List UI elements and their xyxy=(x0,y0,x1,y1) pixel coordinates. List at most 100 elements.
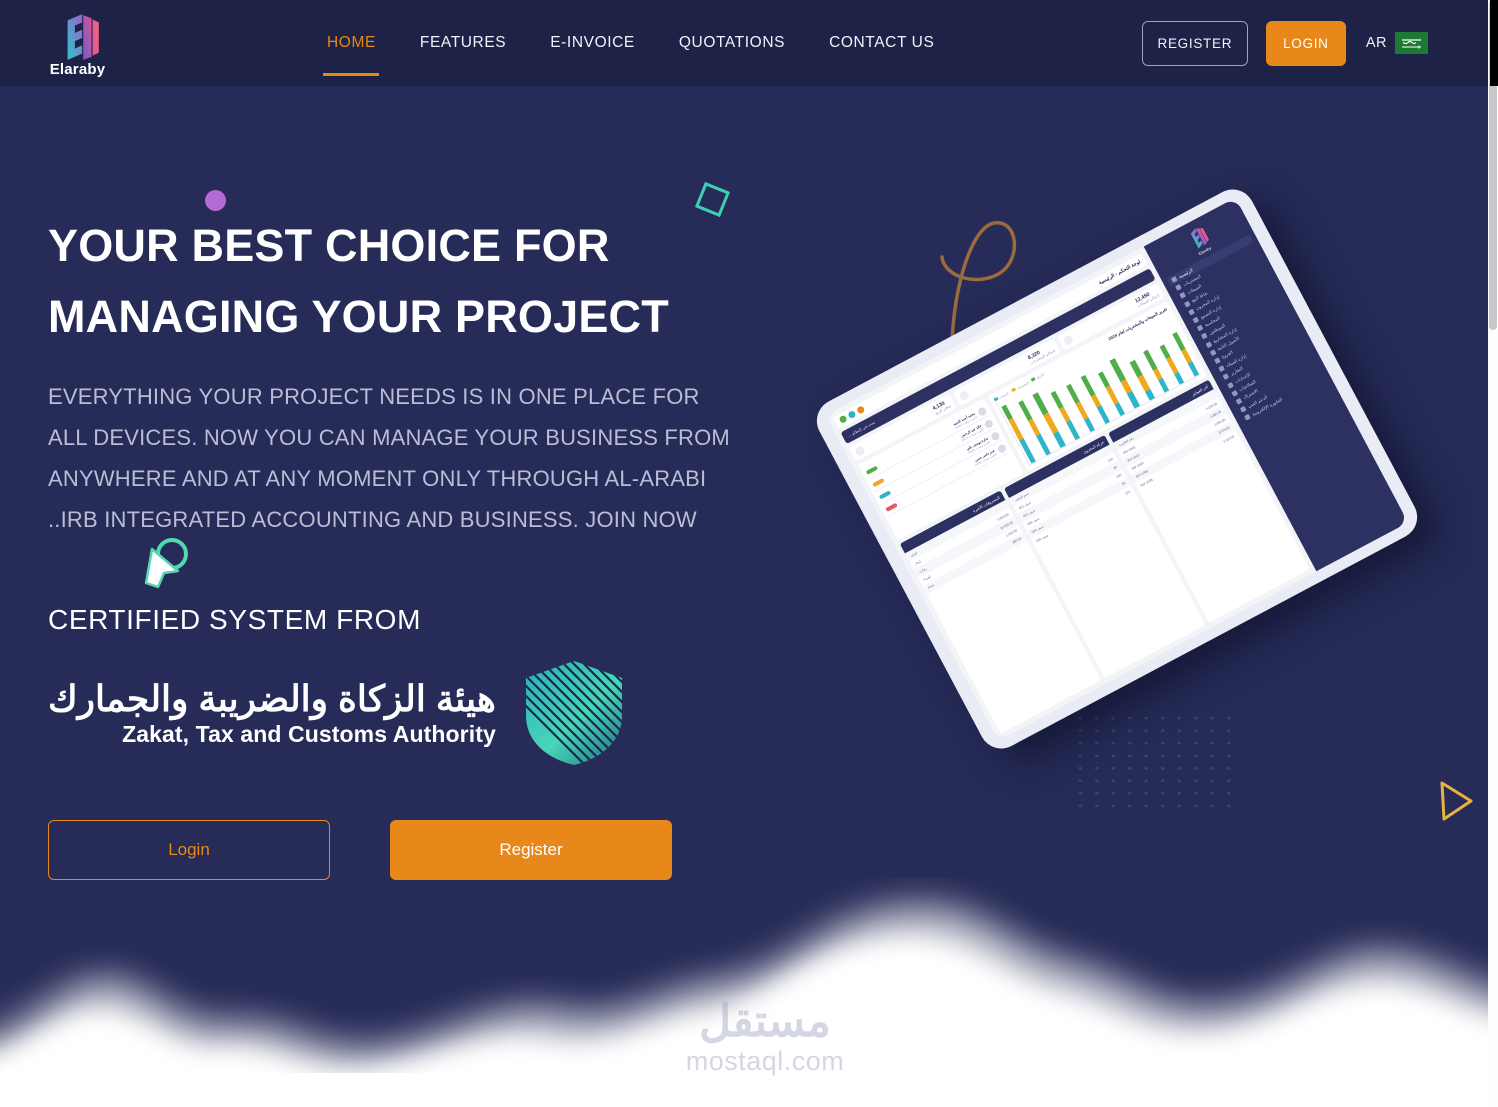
certified-system-heading: CERTIFIED SYSTEM FROM xyxy=(48,604,421,635)
brand-logo[interactable]: Elaraby xyxy=(30,4,125,84)
tablet-sidebar-item-icon xyxy=(1175,284,1182,292)
brand-name: Elaraby xyxy=(49,60,106,78)
tablet-chart-bar-segment xyxy=(1187,360,1200,377)
tablet-sidebar-item-icon xyxy=(1209,349,1217,356)
hero-register-button[interactable]: Register xyxy=(390,820,672,880)
tablet-table-cell: 860.00 xyxy=(1011,536,1023,545)
page-root: Elaraby HOME FEATURES E-INVOICE QUOTATIO… xyxy=(0,0,1498,1107)
tablet-sidebar-item-icon xyxy=(1231,389,1239,397)
elaraby-hexagon-logo-icon xyxy=(67,13,99,60)
tablet-chart-bar-segment xyxy=(1096,405,1111,425)
tablet-sidebar-item-icon xyxy=(1214,357,1221,365)
header-actions: REGISTER LOGIN AR xyxy=(1141,0,1428,86)
tablet-table-cell: 240 xyxy=(1115,473,1123,480)
tablet-chart-bar-segment xyxy=(1158,378,1170,393)
zatca-certification-logo: هيئة الزكاة والضريبة والجمارك Zakat, Tax… xyxy=(48,658,768,768)
language-switcher[interactable]: AR xyxy=(1366,32,1428,54)
tablet-stat-text: 12,450 إجمالي المبيعات xyxy=(1134,288,1160,308)
tablet-chart-bar-segment xyxy=(1032,392,1049,416)
tablet-device: Elaraby الرئيسية المشتريات المبيعات نقاط ال… xyxy=(809,181,1425,757)
tablet-chart-bar-segment xyxy=(1043,413,1058,434)
site-header: Elaraby HOME FEATURES E-INVOICE QUOTATIO… xyxy=(0,0,1488,86)
tablet-sidebar-item-icon xyxy=(1218,365,1226,373)
tablet-customer-avatar xyxy=(982,418,994,430)
tablet-sidebar-item-icon xyxy=(1192,316,1200,324)
tablet-customer-avatar xyxy=(989,430,1001,442)
tablet-chart-bar-segment xyxy=(1035,433,1051,456)
scrollbar-top-corner xyxy=(1490,0,1498,86)
tablet-sidebar-item-icon xyxy=(1222,373,1230,381)
cloud-decoration xyxy=(0,905,1488,1107)
tablet-table-cell: 175 xyxy=(1124,489,1131,496)
tablet-table-cell: INV-1038 xyxy=(1139,477,1154,488)
tablet-customer-status xyxy=(865,465,878,475)
tablet-table-cell: صيانة xyxy=(926,582,936,590)
settings-icon[interactable] xyxy=(856,405,866,415)
header-register-button[interactable]: REGISTER xyxy=(1141,20,1248,66)
tablet-customer-avatar xyxy=(996,442,1007,454)
tablet-stat-icon xyxy=(853,444,866,457)
tablet-chart-bar-segment xyxy=(1174,371,1185,385)
tablet-stat-icon xyxy=(1062,333,1075,346)
hero-login-button[interactable]: Login xyxy=(48,820,330,880)
tablet-chart-bar-segment xyxy=(1127,390,1140,409)
language-code: AR xyxy=(1365,35,1387,51)
tablet-table-cell: إيجار xyxy=(913,559,922,566)
refresh-icon[interactable] xyxy=(847,409,857,420)
tablet-sidebar-item-icon xyxy=(1205,341,1213,348)
tablet-chart-bar-segment xyxy=(1017,400,1033,422)
nav-item-contact-us[interactable]: CONTACT US xyxy=(807,0,956,86)
watermark-english: mostaql.com xyxy=(685,1046,845,1076)
tablet-sidebar-item-icon xyxy=(1188,308,1195,316)
tablet-customer-status xyxy=(871,477,885,487)
tablet-sidebar-item-icon xyxy=(1201,332,1208,340)
tablet-sidebar-item-icon xyxy=(1196,324,1204,332)
zatca-arabic-name: هيئة الزكاة والضريبة والجمارك xyxy=(48,677,496,719)
tablet-sidebar-item-icon xyxy=(1183,300,1191,308)
tablet-chart-bar-segment xyxy=(1008,418,1024,442)
hero-subtitle: EVERYTHING YOUR PROJECT NEEDS IS IN ONE … xyxy=(48,384,730,532)
tablet-stat-icon xyxy=(957,389,971,402)
nav-item-features[interactable]: FEATURES xyxy=(398,0,528,86)
tablet-customer-status xyxy=(885,502,898,512)
tablet-chart-bar-segment xyxy=(1109,358,1126,383)
nav-item-home[interactable]: HOME xyxy=(305,0,398,86)
zatca-shield-icon xyxy=(525,661,622,765)
tablet-stat-text: 4,130 صافي الربح xyxy=(932,399,952,416)
header-login-button[interactable]: LOGIN xyxy=(1265,20,1346,66)
saudi-arabia-flag-icon xyxy=(1395,32,1428,54)
tablet-table-cell: 120 xyxy=(1106,456,1114,463)
tablet-customer-status xyxy=(878,489,892,500)
zatca-text-block: هيئة الزكاة والضريبة والجمارك Zakat, Tax… xyxy=(48,678,496,748)
zatca-english-name: Zakat, Tax and Customs Authority xyxy=(122,721,496,748)
tablet-sidebar-item-icon xyxy=(1179,292,1187,300)
nav-item-quotations[interactable]: QUOTATIONS xyxy=(657,0,807,86)
tablet-sidebar-item-icon xyxy=(1226,381,1234,389)
tablet-chart-bar-segment xyxy=(1053,431,1066,448)
tablet-sidebar-item-icon xyxy=(1235,397,1243,405)
orange-triangle-decoration-icon xyxy=(1440,781,1473,821)
hero-title: YOUR BEST CHOICE FOR MANAGING YOUR PROJE… xyxy=(48,220,669,342)
hero-cta-buttons: Login Register xyxy=(48,820,768,880)
watermark-arabic: مستقل xyxy=(699,997,831,1046)
page-scrollbar[interactable] xyxy=(1488,0,1498,1107)
purple-circle-decoration-icon xyxy=(205,190,226,211)
tablet-table-cell: صنف 005 xyxy=(1035,532,1049,543)
tablet-chart-bar-segment xyxy=(1083,416,1096,433)
notification-icon[interactable] xyxy=(838,414,848,425)
tablet-chart-bar-segment xyxy=(1145,389,1155,401)
nav-item-e-invoice[interactable]: E-INVOICE xyxy=(528,0,657,86)
page-viewport: Elaraby HOME FEATURES E-INVOICE QUOTATIO… xyxy=(0,0,1488,1107)
tablet-chart-bar-segment xyxy=(1019,438,1036,464)
tablet-sidebar-item-icon xyxy=(1244,414,1251,421)
mostaql-watermark: مستقل mostaql.com xyxy=(650,1000,880,1077)
tablet-dashboard-mockup: Elaraby الرئيسية المشتريات المبيعات نقاط ال… xyxy=(800,181,1440,800)
tablet-chart-bar-segment xyxy=(1114,402,1125,417)
tablet-chart-bar-segment xyxy=(1066,419,1081,440)
hero-section: YOUR BEST CHOICE FOR MANAGING YOUR PROJE… xyxy=(48,210,768,880)
tablet-sidebar-item-icon xyxy=(1170,276,1178,283)
tablet-sidebar-item-icon xyxy=(1239,405,1247,413)
tablet-table-cell: 85 xyxy=(1112,464,1118,471)
tablet-table-cell: 60 xyxy=(1121,481,1127,487)
tablet-chart-bar-segment xyxy=(1080,375,1096,398)
